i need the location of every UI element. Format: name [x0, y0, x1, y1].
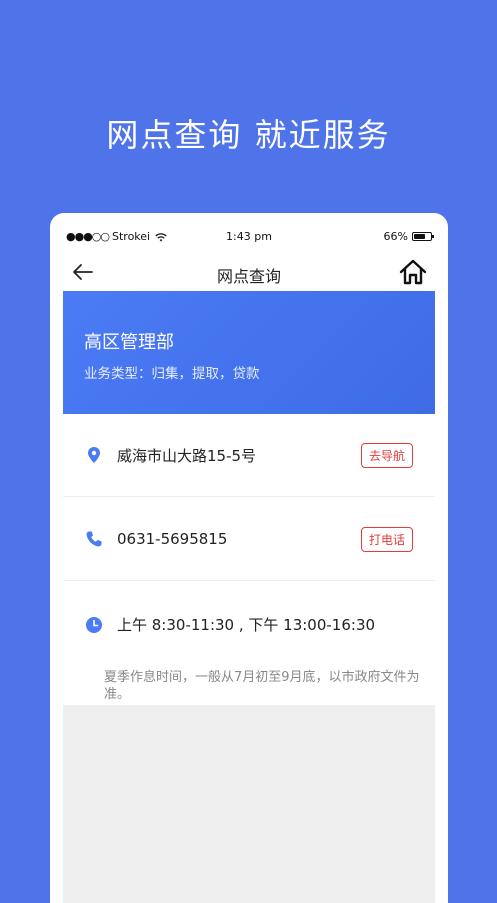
branch-name: 高区管理部	[84, 332, 174, 353]
address-text: 威海市山大路15-5号	[117, 446, 257, 465]
battery-fill	[414, 234, 425, 239]
battery-icon	[412, 232, 434, 241]
nav-bar: 网点查询	[50, 255, 448, 291]
clock-icon	[86, 616, 102, 633]
phone-number: 0631-5695815	[117, 530, 228, 548]
promo-headline: 网点查询 就近服务	[106, 116, 391, 154]
phone-icon	[86, 531, 102, 547]
hours-note: 夏季作息时间，一般从7月初至9月底，以市政府文件为准。	[104, 670, 420, 702]
address-row: 威海市山大路15-5号 去导航	[63, 414, 435, 497]
battery-percent: 66%	[383, 230, 408, 243]
map-placeholder	[63, 705, 435, 903]
hours-text: 上午 8:30-11:30 , 下午 13:00-16:30	[117, 616, 376, 634]
call-button[interactable]: 打电话	[360, 526, 413, 552]
status-bar: ●●●○○ Strokei 1:43 pm 66%	[50, 213, 448, 259]
location-pin-icon	[88, 447, 100, 463]
home-icon[interactable]	[398, 257, 428, 287]
hours-row: 上午 8:30-11:30 , 下午 13:00-16:30	[63, 583, 435, 666]
phone-row: 0631-5695815 打电话	[63, 498, 435, 581]
status-right: 66%	[383, 230, 434, 243]
business-types: 业务类型：归集，提取，贷款	[84, 366, 260, 382]
phone-screen: ●●●○○ Strokei 1:43 pm 66% 网点查询 高区管理部 业务类…	[50, 213, 448, 903]
branch-card: 高区管理部 业务类型：归集，提取，贷款	[63, 291, 435, 414]
page-title: 网点查询	[216, 267, 281, 286]
navigate-button[interactable]: 去导航	[360, 442, 413, 468]
